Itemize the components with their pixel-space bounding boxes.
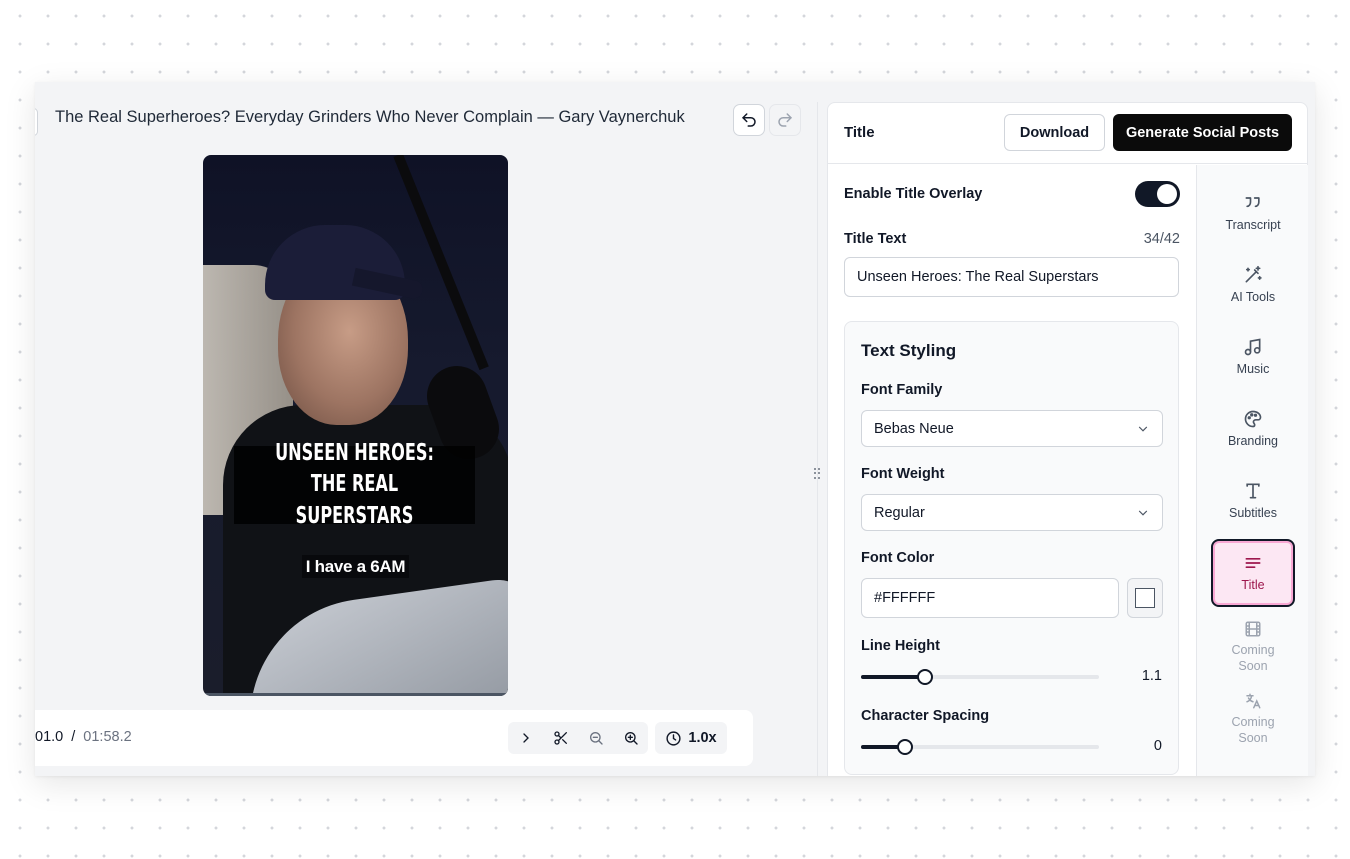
- text-styling-card: Text Styling Font Family Bebas Neue Font…: [844, 321, 1179, 775]
- enable-title-overlay-label: Enable Title Overlay: [844, 186, 983, 202]
- line-height-value: 1.1: [1141, 668, 1162, 684]
- sidebar-item-title[interactable]: Title: [1211, 539, 1295, 607]
- film-icon: [1244, 620, 1262, 638]
- left-panel-edge[interactable]: [35, 108, 38, 136]
- download-button[interactable]: Download: [1004, 114, 1105, 151]
- magic-wand-icon: [1243, 265, 1263, 285]
- sidebar-item-label: Music: [1236, 362, 1270, 376]
- slider-fill: [861, 675, 926, 679]
- color-picker-button[interactable]: [1127, 578, 1163, 618]
- subtitle-text: I have a 6AM: [301, 555, 410, 578]
- font-color-input[interactable]: [861, 578, 1119, 618]
- slider-thumb[interactable]: [897, 739, 914, 755]
- playback-controls: :01.0 / 01:58.2 1.0x: [35, 710, 753, 766]
- clock-icon: [665, 730, 682, 747]
- quote-icon: [1243, 193, 1263, 213]
- sidebar-item-branding[interactable]: Branding: [1211, 395, 1295, 463]
- chevron-right-icon[interactable]: [508, 722, 543, 754]
- sidebar-item-coming-soon-video: Coming Soon: [1211, 613, 1295, 681]
- slider-thumb[interactable]: [917, 669, 934, 685]
- text-styling-heading: Text Styling: [861, 341, 957, 360]
- sidebar-item-ai-tools[interactable]: AI Tools: [1211, 251, 1295, 319]
- total-time: 01:58.2: [83, 729, 132, 745]
- title-text-label: Title Text: [844, 231, 907, 247]
- sidebar-item-music[interactable]: Music: [1211, 323, 1295, 391]
- color-swatch: [1135, 588, 1155, 608]
- enable-title-overlay-toggle[interactable]: [1135, 181, 1180, 207]
- font-weight-label: Font Weight: [861, 466, 945, 482]
- sidebar-item-label: Coming Soon: [1231, 642, 1275, 673]
- zoom-out-icon[interactable]: [578, 722, 613, 754]
- undo-button[interactable]: [733, 104, 765, 136]
- zoom-in-icon[interactable]: [613, 722, 648, 754]
- sidebar-item-transcript[interactable]: Transcript: [1211, 179, 1295, 247]
- sidebar-item-label: Coming Soon: [1231, 714, 1275, 745]
- video-title: The Real Superheroes? Everyday Grinders …: [55, 108, 685, 126]
- sidebar-item-label: Transcript: [1225, 218, 1281, 232]
- settings-panel: Title Download Generate Social Posts Ena…: [827, 102, 1308, 776]
- title-settings: Enable Title Overlay Title Text 34/42 Te…: [828, 165, 1196, 776]
- time-display: :01.0 / 01:58.2: [35, 729, 132, 745]
- character-spacing-label: Character Spacing: [861, 708, 990, 724]
- chevron-down-icon: [1136, 506, 1150, 520]
- editor-window: The Real Superheroes? Everyday Grinders …: [35, 82, 1315, 776]
- music-note-icon: [1243, 337, 1263, 357]
- font-color-label: Font Color: [861, 550, 935, 566]
- redo-button[interactable]: [769, 104, 801, 136]
- panel-header: Title Download Generate Social Posts: [828, 103, 1307, 164]
- title-text-input[interactable]: [844, 257, 1179, 297]
- sidebar-item-label: Branding: [1227, 434, 1279, 448]
- font-family-label: Font Family: [861, 382, 943, 398]
- line-height-slider[interactable]: [861, 669, 1099, 685]
- video-preview[interactable]: UNSEEN HEROES: THE REAL SUPERSTARS I hav…: [203, 155, 508, 696]
- panel-title: Title: [844, 124, 875, 141]
- panel-divider: [817, 102, 818, 776]
- title-lines-icon: [1243, 553, 1263, 573]
- character-spacing-slider[interactable]: [861, 739, 1099, 755]
- speed-button[interactable]: 1.0x: [655, 722, 727, 754]
- font-family-select[interactable]: Bebas Neue: [861, 410, 1163, 447]
- palette-icon: [1243, 409, 1263, 429]
- font-family-value: Bebas Neue: [874, 420, 954, 437]
- scissors-icon[interactable]: [543, 722, 578, 754]
- speed-label: 1.0x: [688, 730, 717, 746]
- time-separator: /: [71, 729, 76, 745]
- chevron-down-icon: [1136, 422, 1150, 436]
- sidebar-item-label: Title: [1241, 578, 1265, 592]
- tool-sidebar: Transcript AI Tools Music Branding Subti…: [1196, 165, 1308, 776]
- sidebar-item-label: Subtitles: [1229, 506, 1277, 520]
- font-weight-select[interactable]: Regular: [861, 494, 1163, 531]
- generate-social-posts-button[interactable]: Generate Social Posts: [1113, 114, 1292, 151]
- current-time: :01.0: [35, 729, 64, 745]
- undo-icon: [740, 111, 758, 129]
- title-overlay-text: UNSEEN HEROES: THE REAL SUPERSTARS: [275, 440, 434, 529]
- video-progress[interactable]: [203, 693, 508, 696]
- sidebar-item-label: AI Tools: [1230, 290, 1276, 304]
- sidebar-item-subtitles[interactable]: Subtitles: [1211, 467, 1295, 535]
- character-spacing-value: 0: [1153, 738, 1162, 754]
- text-t-icon: [1243, 481, 1263, 501]
- redo-icon: [776, 111, 794, 129]
- title-char-counter: 34/42: [1143, 231, 1180, 247]
- line-height-label: Line Height: [861, 638, 940, 654]
- translate-icon: [1244, 692, 1262, 710]
- sidebar-item-coming-soon-translate: Coming Soon: [1211, 685, 1295, 753]
- timeline-tools: [508, 722, 648, 754]
- font-weight-value: Regular: [874, 504, 925, 521]
- resize-handle[interactable]: [814, 468, 821, 480]
